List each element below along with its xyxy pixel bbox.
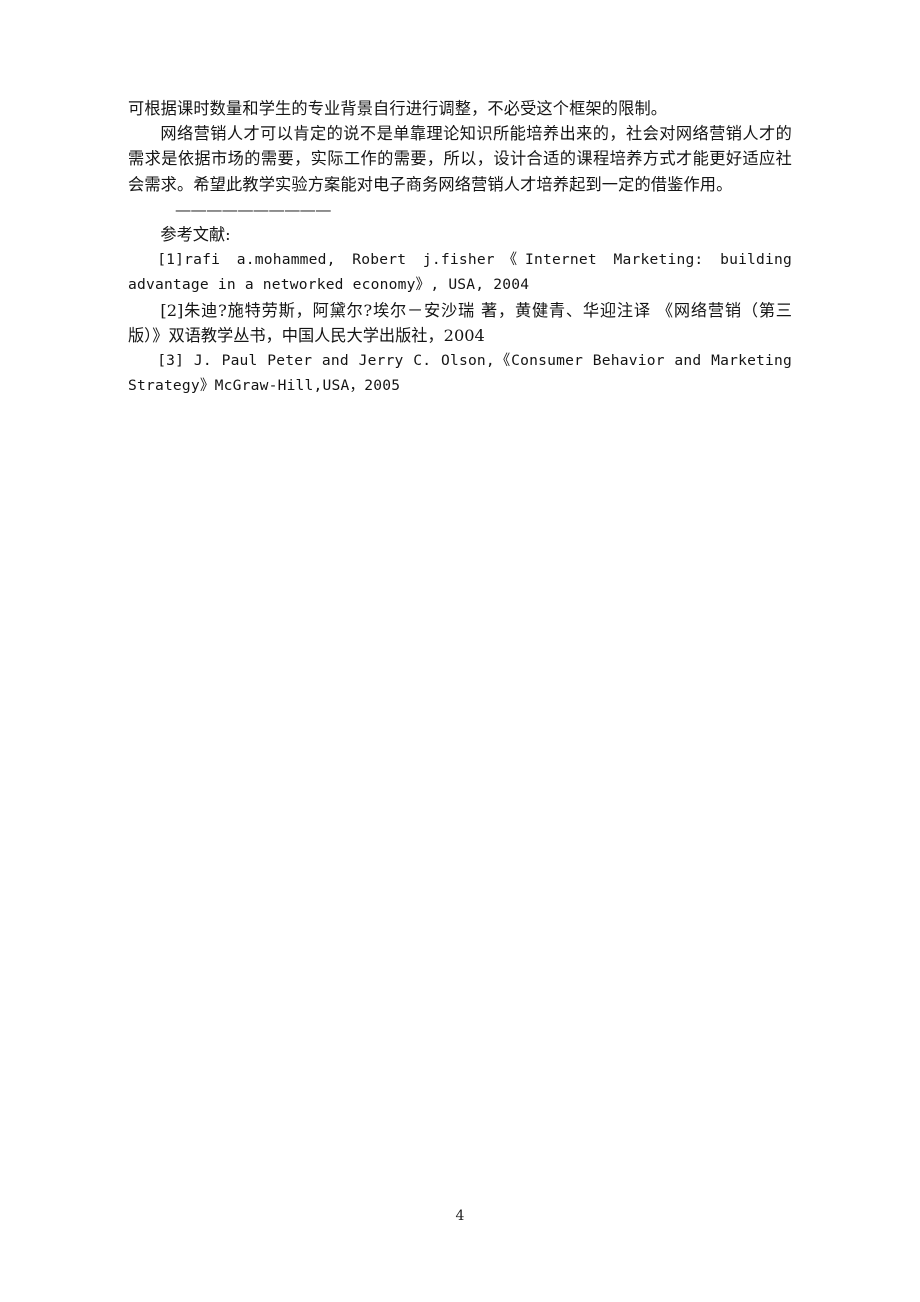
page-content: 可根据课时数量和学生的专业背景自行进行调整，不必受这个框架的限制。 网络营销人才… (128, 96, 792, 398)
document-page: 可根据课时数量和学生的专业背景自行进行调整，不必受这个框架的限制。 网络营销人才… (0, 0, 920, 1302)
section-divider: —————————— (174, 199, 331, 219)
reference-item-2: [2]朱迪?施特劳斯，阿黛尔?埃尔－安沙瑞 著，黄健青、华迎注译 《网络营销（第… (128, 300, 792, 345)
body-paragraph-1: 可根据课时数量和学生的专业背景自行进行调整，不必受这个框架的限制。 (128, 99, 668, 118)
page-number: 4 (455, 1208, 465, 1224)
body-paragraph-2: 网络营销人才可以肯定的说不是单靠理论知识所能培养出来的，社会对网络营销人才的需求… (128, 124, 792, 194)
references-heading: 参考文献: (160, 225, 231, 245)
reference-item-3: [3] J. Paul Peter and Jerry C. Olson,《Co… (128, 352, 792, 395)
reference-item-1: [1]rafi a.mohammed, Robert j.fisher《Inte… (128, 251, 792, 294)
